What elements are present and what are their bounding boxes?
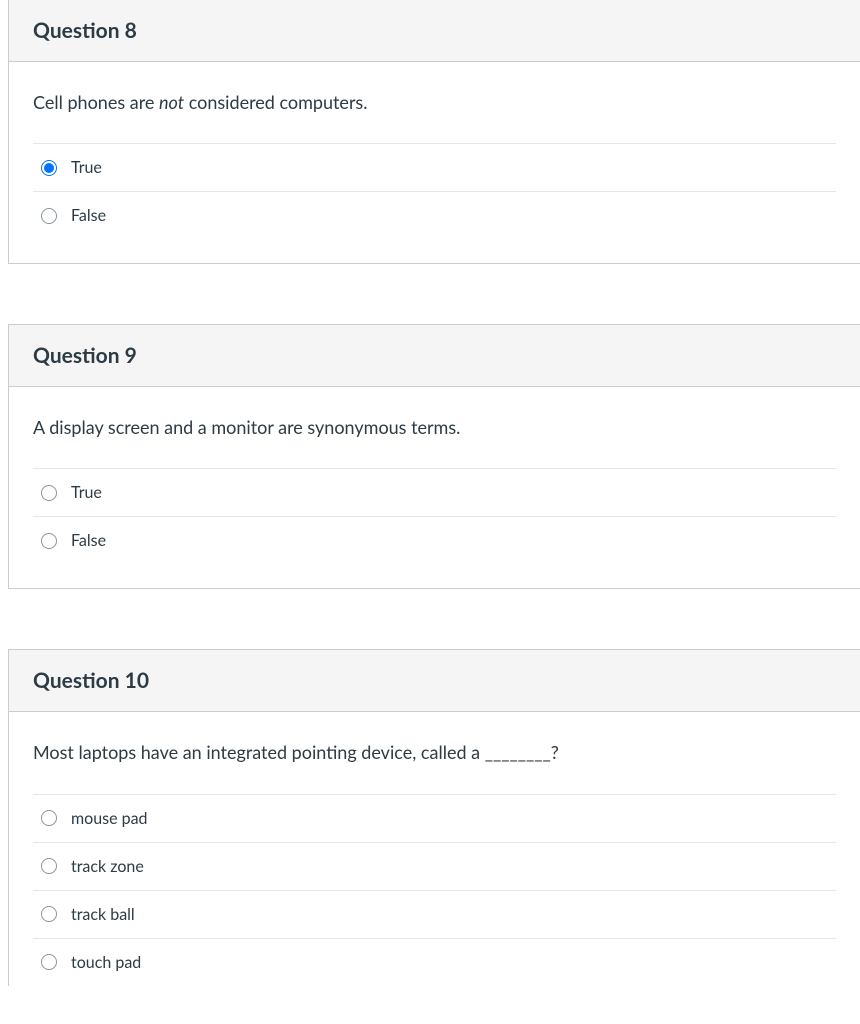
question-prompt: Most laptops have an integrated pointing… [33, 740, 836, 765]
prompt-text-post: considered computers. [184, 91, 367, 113]
question-header: Question 8 [9, 0, 860, 62]
radio-icon[interactable] [41, 954, 57, 970]
option-label: False [71, 206, 106, 225]
question-prompt: Cell phones are not considered computers… [33, 90, 836, 115]
question-title: Question 9 [33, 343, 137, 368]
option-row-true[interactable]: True [33, 143, 836, 191]
radio-icon[interactable] [41, 858, 57, 874]
question-title: Question 10 [33, 668, 149, 693]
option-row-true[interactable]: True [33, 468, 836, 516]
radio-icon[interactable] [41, 160, 57, 176]
question-body: Most laptops have an integrated pointing… [9, 712, 860, 985]
radio-icon[interactable] [41, 810, 57, 826]
question-prompt: A display screen and a monitor are synon… [33, 415, 836, 440]
option-row-touch-pad[interactable]: touch pad [33, 938, 836, 986]
option-label: touch pad [71, 953, 141, 972]
question-block-9: Question 9 A display screen and a monito… [8, 324, 860, 589]
radio-icon[interactable] [41, 533, 57, 549]
options-list: True False [33, 468, 836, 564]
radio-icon[interactable] [41, 208, 57, 224]
option-row-track-zone[interactable]: track zone [33, 842, 836, 890]
question-title: Question 8 [33, 18, 137, 43]
option-label: track zone [71, 857, 144, 876]
radio-icon[interactable] [41, 485, 57, 501]
question-header: Question 10 [9, 650, 860, 712]
option-label: True [71, 483, 102, 502]
option-label: mouse pad [71, 809, 148, 828]
question-block-10: Question 10 Most laptops have an integra… [8, 649, 860, 985]
prompt-text-em: not [159, 91, 184, 113]
options-list: True False [33, 143, 836, 239]
option-row-track-ball[interactable]: track ball [33, 890, 836, 938]
question-block-8: Question 8 Cell phones are not considere… [8, 0, 860, 264]
options-list: mouse pad track zone track ball touch pa… [33, 794, 836, 986]
option-row-false[interactable]: False [33, 516, 836, 564]
option-label: track ball [71, 905, 135, 924]
radio-icon[interactable] [41, 906, 57, 922]
prompt-text-pre: Cell phones are [33, 91, 159, 113]
option-row-false[interactable]: False [33, 191, 836, 239]
question-header: Question 9 [9, 325, 860, 387]
option-label: False [71, 531, 106, 550]
option-label: True [71, 158, 102, 177]
question-body: A display screen and a monitor are synon… [9, 387, 860, 588]
question-body: Cell phones are not considered computers… [9, 62, 860, 263]
option-row-mouse-pad[interactable]: mouse pad [33, 794, 836, 842]
